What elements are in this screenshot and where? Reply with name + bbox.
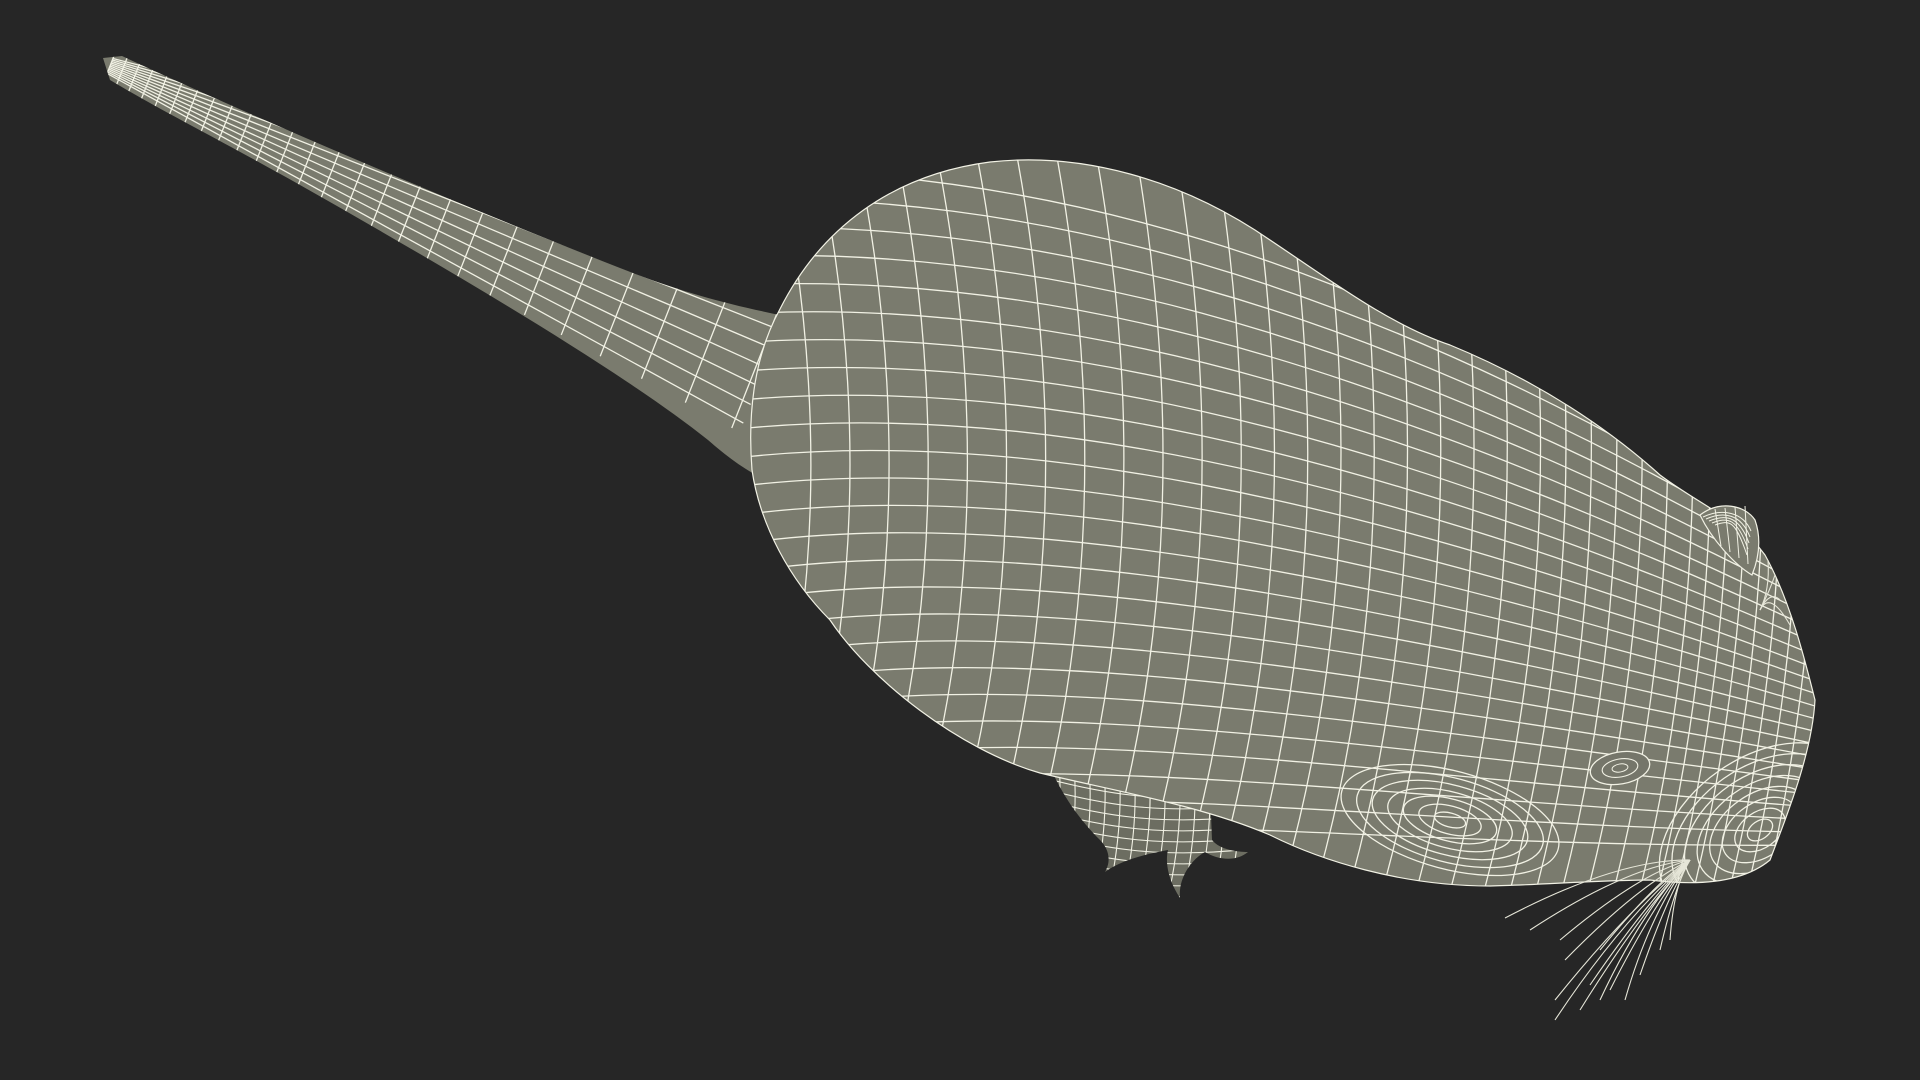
wireframe-scene	[103, 56, 1816, 1021]
rat-tail	[103, 56, 785, 478]
render-viewport[interactable]	[0, 0, 1920, 1080]
